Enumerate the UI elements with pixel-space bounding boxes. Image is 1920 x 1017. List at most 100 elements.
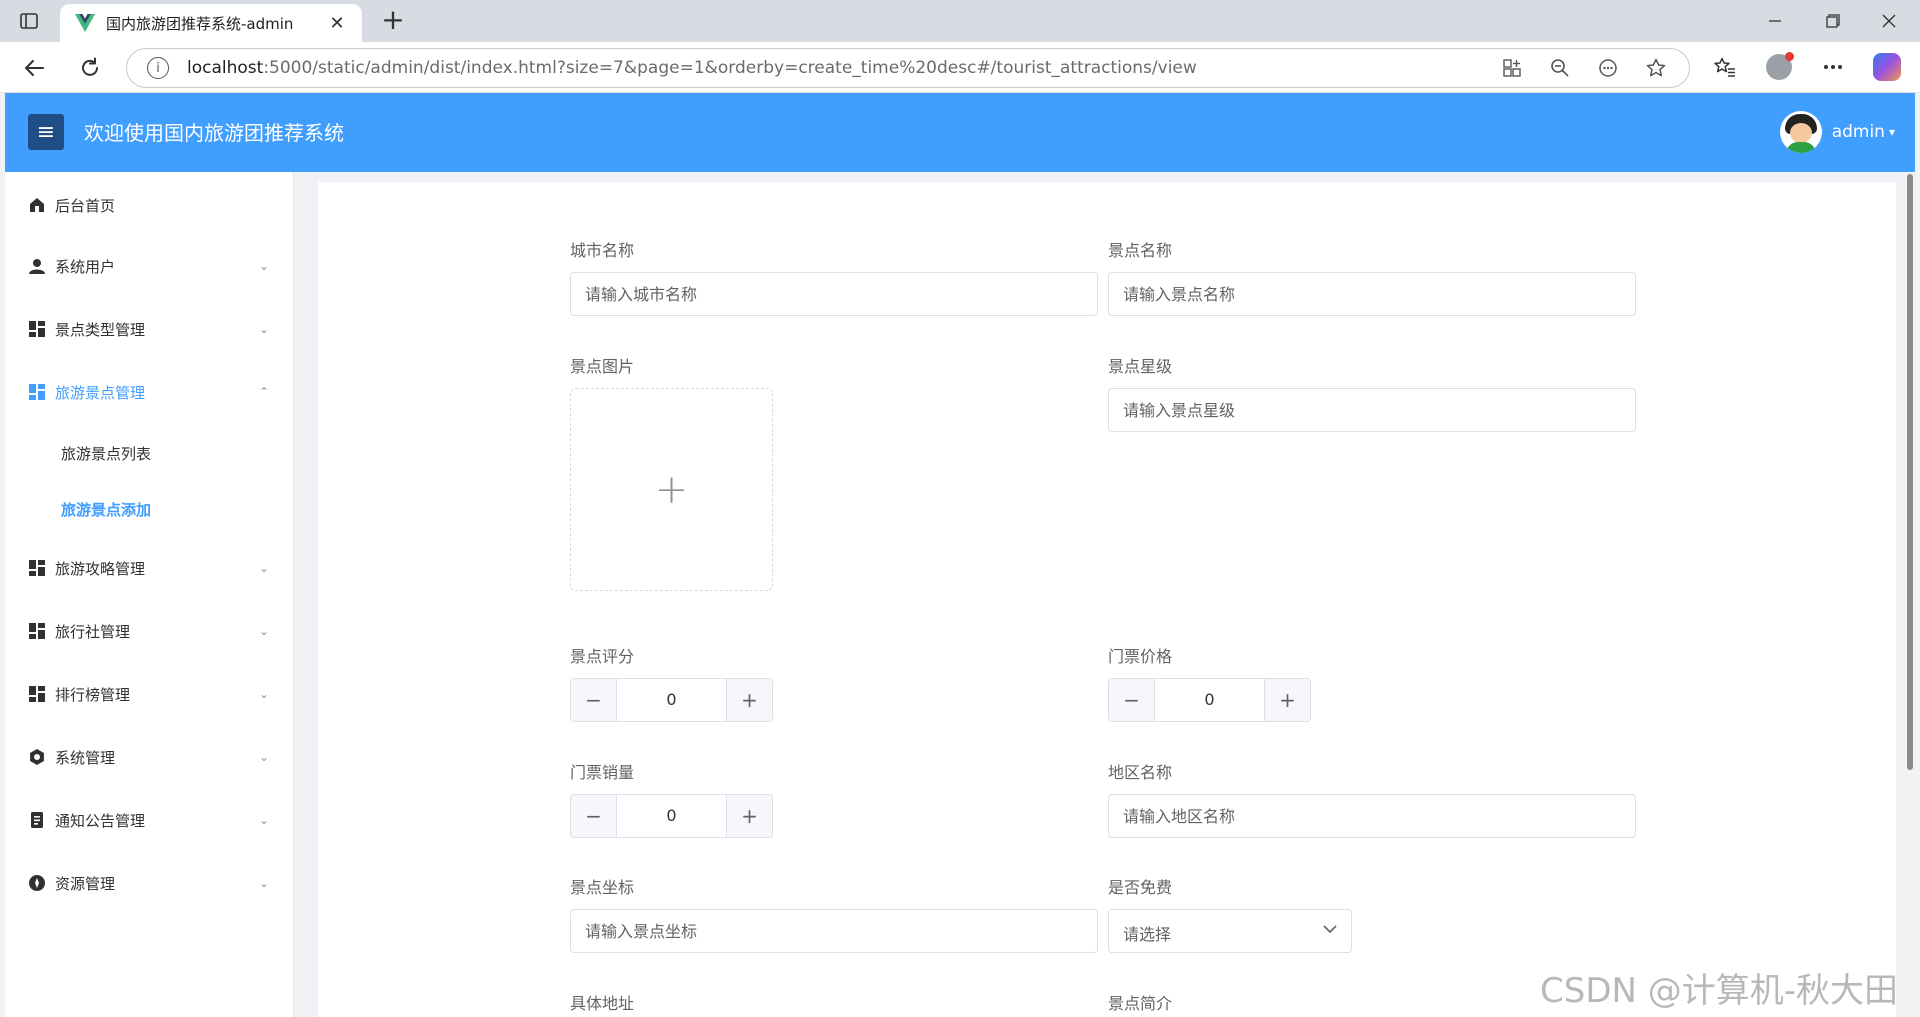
vue-logo-icon <box>74 12 96 34</box>
minimize-icon[interactable] <box>1752 6 1798 36</box>
increment-button[interactable]: + <box>726 795 772 837</box>
chevron-down-icon: ⌄ <box>259 876 270 890</box>
region-name-label: 地区名称 <box>1108 763 1173 782</box>
grid-icon <box>29 560 45 576</box>
decrement-button[interactable]: − <box>571 679 617 721</box>
scrollbar-thumb[interactable] <box>1907 174 1913 770</box>
address-bar: i localhost:5000/static/admin/dist/index… <box>0 42 1920 93</box>
sidebar-item-label: 旅游攻略管理 <box>55 559 146 578</box>
browser-tab[interactable]: 国内旅游团推荐系统-admin ✕ <box>60 4 362 42</box>
decrement-button[interactable]: − <box>1109 679 1155 721</box>
user-menu[interactable]: admin ▾ <box>1779 111 1895 153</box>
sidebar-item-travel-agencies[interactable]: 旅行社管理 ⌄ <box>5 603 293 659</box>
tab-close-icon[interactable]: ✕ <box>326 13 348 34</box>
url-field[interactable]: i localhost:5000/static/admin/dist/index… <box>126 48 1690 88</box>
sidebar-item-label: 后台首页 <box>55 196 116 215</box>
rating-label: 景点评分 <box>570 647 635 666</box>
favorites-icon[interactable] <box>1710 52 1740 82</box>
image-upload-button[interactable]: + <box>570 388 773 591</box>
star-level-label: 景点星级 <box>1108 357 1173 376</box>
address-label: 具体地址 <box>570 994 635 1013</box>
sidebar-item-resources[interactable]: 资源管理 ⌄ <box>5 855 293 911</box>
sidebar-item-system-settings[interactable]: 系统管理 ⌄ <box>5 729 293 785</box>
form-panel: 城市名称 景点名称 景点图片 + 景点星级 景点评分 − 0 + 门票价格 − … <box>318 182 1896 1017</box>
submenu-item-attraction-list[interactable]: 旅游景点列表 <box>5 428 293 478</box>
app-available-icon[interactable] <box>1499 55 1525 81</box>
sidebar-item-home[interactable]: 后台首页 <box>5 177 293 233</box>
close-window-icon[interactable] <box>1866 6 1912 36</box>
city-name-label: 城市名称 <box>570 241 635 260</box>
menu-toggle-button[interactable]: ≡ <box>28 114 64 150</box>
submenu-item-attraction-add[interactable]: 旅游景点添加 <box>5 484 293 534</box>
ticket-price-value[interactable]: 0 <box>1154 679 1265 721</box>
zoom-icon[interactable] <box>1547 55 1573 81</box>
chevron-down-icon <box>1323 922 1337 938</box>
grid-icon <box>29 321 45 337</box>
sidebar-item-label: 通知公告管理 <box>55 811 146 830</box>
select-value: 请选择 <box>1123 925 1172 944</box>
decrement-button[interactable]: − <box>571 795 617 837</box>
chevron-down-icon: ⌄ <box>259 813 270 827</box>
sidebar: 后台首页 系统用户 ⌄ 景点类型管理 ⌄ 旅游景点管理 ⌃ 旅游景点列表 旅游景… <box>5 172 294 1017</box>
ticket-sales-label: 门票销量 <box>570 763 635 782</box>
ticket-sales-value[interactable]: 0 <box>616 795 727 837</box>
user-icon <box>29 258 45 274</box>
grid-icon <box>29 623 45 639</box>
coordinates-input[interactable] <box>570 909 1098 953</box>
document-icon <box>29 812 45 828</box>
ticket-price-stepper[interactable]: − 0 + <box>1108 678 1311 722</box>
browser-tab-bar: 国内旅游团推荐系统-admin ✕ + <box>0 0 1920 42</box>
home-icon <box>29 197 45 213</box>
refresh-icon[interactable] <box>74 52 106 84</box>
favorite-star-icon[interactable] <box>1643 55 1669 81</box>
attraction-name-input[interactable] <box>1108 272 1636 316</box>
app-header: ≡ 欢迎使用国内旅游团推荐系统 admin ▾ <box>5 93 1915 172</box>
star-level-input[interactable] <box>1108 388 1636 432</box>
compass-icon <box>29 875 45 891</box>
ticket-price-label: 门票价格 <box>1108 647 1173 666</box>
sidebar-item-label: 旅游景点管理 <box>55 383 146 402</box>
rating-value[interactable]: 0 <box>616 679 727 721</box>
coordinates-label: 景点坐标 <box>570 878 635 897</box>
submenu-item-label: 旅游景点添加 <box>61 500 152 519</box>
sidebar-item-label: 景点类型管理 <box>55 320 146 339</box>
is-free-select[interactable]: 请选择 <box>1108 909 1352 953</box>
site-info-icon[interactable]: i <box>147 57 169 79</box>
submenu-item-label: 旅游景点列表 <box>61 444 152 463</box>
plus-icon: + <box>654 466 689 513</box>
increment-button[interactable]: + <box>726 679 772 721</box>
region-name-input[interactable] <box>1108 794 1636 838</box>
avatar[interactable] <box>1779 111 1822 153</box>
ticket-sales-stepper[interactable]: − 0 + <box>570 794 773 838</box>
watermark: CSDN @计算机-秋大田 <box>1540 971 1899 1011</box>
copilot-icon[interactable] <box>1872 52 1902 82</box>
back-arrow-icon[interactable] <box>18 52 50 84</box>
new-tab-button[interactable]: + <box>378 6 408 36</box>
url-text[interactable]: localhost:5000/static/admin/dist/index.h… <box>187 58 1197 78</box>
tab-actions-icon[interactable] <box>16 8 42 34</box>
sidebar-item-label: 旅行社管理 <box>55 622 131 641</box>
sidebar-item-attractions[interactable]: 旅游景点管理 ⌃ <box>5 364 293 420</box>
sidebar-item-announcements[interactable]: 通知公告管理 ⌄ <box>5 792 293 848</box>
chevron-down-icon[interactable]: ▾ <box>1889 125 1895 139</box>
sidebar-item-rankings[interactable]: 排行榜管理 ⌄ <box>5 666 293 722</box>
is-free-label: 是否免费 <box>1108 878 1173 897</box>
sidebar-item-travel-guides[interactable]: 旅游攻略管理 ⌄ <box>5 540 293 596</box>
increment-button[interactable]: + <box>1264 679 1310 721</box>
sidebar-item-attraction-types[interactable]: 景点类型管理 ⌄ <box>5 301 293 357</box>
user-name[interactable]: admin <box>1832 122 1885 142</box>
city-name-input[interactable] <box>570 272 1098 316</box>
sidebar-item-system-users[interactable]: 系统用户 ⌄ <box>5 238 293 294</box>
sidebar-item-label: 系统管理 <box>55 748 116 767</box>
grid-icon <box>29 384 45 400</box>
grid-icon <box>29 686 45 702</box>
tab-title: 国内旅游团推荐系统-admin <box>106 14 294 33</box>
read-aloud-icon[interactable] <box>1595 55 1621 81</box>
gear-icon <box>29 749 45 765</box>
rating-stepper[interactable]: − 0 + <box>570 678 773 722</box>
profile-icon[interactable] <box>1764 52 1794 82</box>
restore-icon[interactable] <box>1810 6 1856 36</box>
app-title: 欢迎使用国内旅游团推荐系统 <box>84 121 344 145</box>
more-options-icon[interactable] <box>1818 52 1848 82</box>
scrollbar[interactable] <box>1905 172 1915 1017</box>
